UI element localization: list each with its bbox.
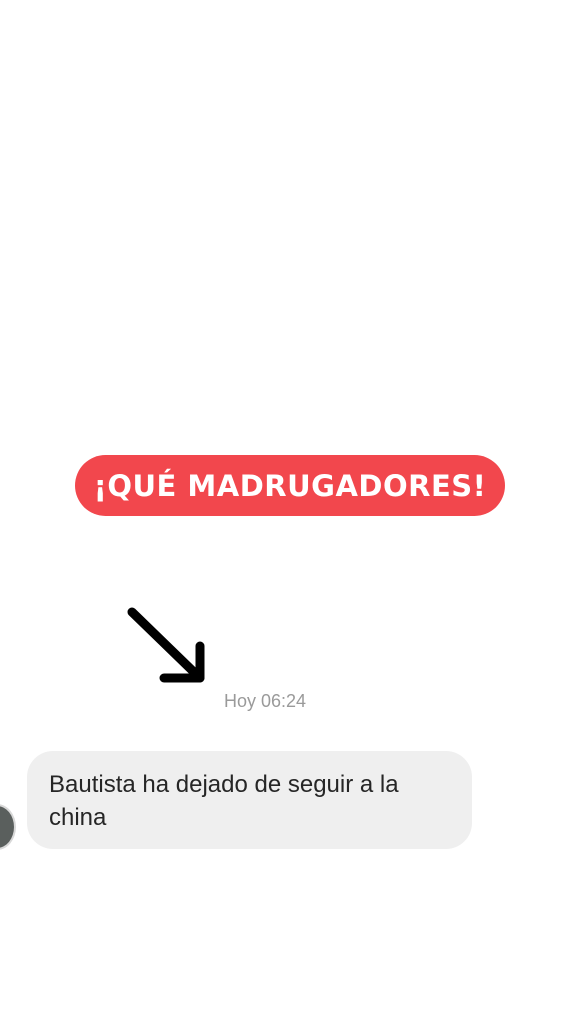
story-banner: ¡QUÉ MADRUGADORES!	[75, 455, 505, 516]
avatar[interactable]	[0, 804, 16, 850]
banner-text: ¡QUÉ MADRUGADORES!	[93, 468, 487, 503]
message-timestamp: Hoy 06:24	[223, 691, 307, 711]
message-bubble[interactable]: Bautista ha dejado de seguir a la china	[27, 751, 472, 849]
message-text: Bautista ha dejado de seguir a la china	[49, 771, 399, 831]
arrow-down-right-icon	[122, 602, 210, 688]
